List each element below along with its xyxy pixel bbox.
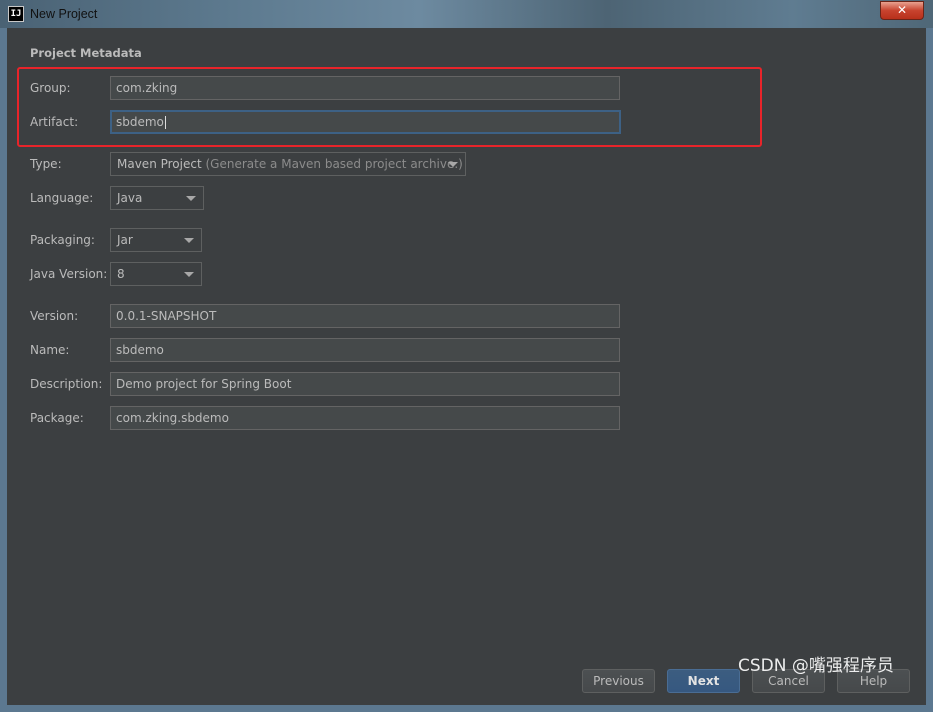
packaging-dropdown[interactable]: Jar [110,228,202,252]
chevron-down-icon [184,238,194,243]
title-bar[interactable]: IJ New Project ✕ [0,0,933,28]
version-label: Version: [30,309,79,323]
artifact-input-value: sbdemo [116,115,164,129]
java-version-label: Java Version: [30,267,108,281]
java-version-dropdown[interactable]: 8 [110,262,202,286]
next-button[interactable]: Next [667,669,740,693]
description-label: Description: [30,377,103,391]
close-button[interactable]: ✕ [880,1,924,20]
watermark: CSDN @嘴强程序员 [738,656,894,676]
packaging-label: Packaging: [30,233,95,247]
chevron-down-icon [186,196,196,201]
window-title: New Project [30,7,98,21]
java-version-value: 8 [117,267,125,281]
group-label: Group: [30,81,71,95]
window-frame-right [926,28,933,712]
name-input[interactable]: sbdemo [110,338,620,362]
chevron-down-icon [448,162,458,167]
name-label: Name: [30,343,70,357]
dialog-content: Project Metadata Group: com.zking Artifa… [7,28,926,705]
artifact-label: Artifact: [30,115,79,129]
type-value: Maven Project [117,157,202,171]
type-label: Type: [30,157,62,171]
section-title: Project Metadata [30,46,142,60]
artifact-input[interactable]: sbdemo [110,110,621,134]
packaging-value: Jar [117,233,133,247]
group-input[interactable]: com.zking [110,76,620,100]
package-label: Package: [30,411,84,425]
intellij-app-icon: IJ [8,6,24,22]
language-value: Java [117,191,143,205]
package-input[interactable]: com.zking.sbdemo [110,406,620,430]
chevron-down-icon [184,272,194,277]
previous-button[interactable]: Previous [582,669,655,693]
type-hint: (Generate a Maven based project archive.… [205,157,463,171]
description-input[interactable]: Demo project for Spring Boot [110,372,620,396]
window-frame-bottom [0,705,933,712]
version-input[interactable]: 0.0.1-SNAPSHOT [110,304,620,328]
language-label: Language: [30,191,94,205]
text-cursor [164,116,166,129]
type-dropdown[interactable]: Maven Project (Generate a Maven based pr… [110,152,466,176]
window-frame-left [0,28,7,712]
language-dropdown[interactable]: Java [110,186,204,210]
